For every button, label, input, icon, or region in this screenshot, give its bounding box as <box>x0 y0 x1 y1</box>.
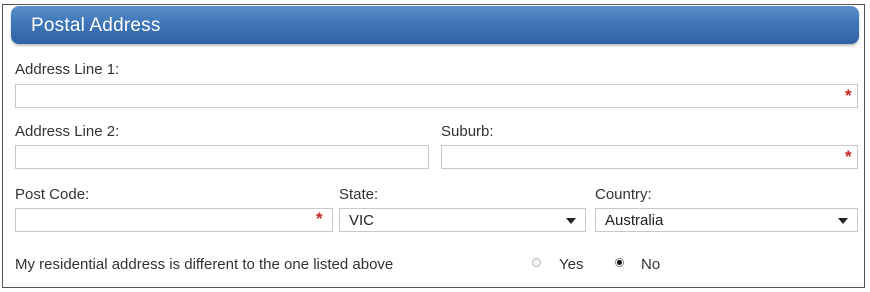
address-line2-label: Address Line 2: <box>15 123 120 140</box>
required-marker: * <box>845 147 852 166</box>
suburb-input[interactable] <box>441 145 858 169</box>
country-select[interactable]: Australia <box>595 208 858 232</box>
section-header: Postal Address <box>11 6 859 44</box>
section-title: Postal Address <box>31 15 161 36</box>
radio-yes-label[interactable]: Yes <box>559 256 583 273</box>
radio-yes[interactable] <box>532 258 541 267</box>
required-marker: * <box>316 209 323 228</box>
address-line1-input[interactable] <box>15 84 858 108</box>
chevron-down-icon <box>838 218 848 224</box>
state-selected-value: VIC <box>349 212 375 229</box>
state-label: State: <box>339 186 379 203</box>
required-marker: * <box>845 86 852 105</box>
country-selected-value: Australia <box>605 212 664 229</box>
residential-question: My residential address is different to t… <box>15 256 394 273</box>
post-code-label: Post Code: <box>15 186 90 203</box>
radio-no-label[interactable]: No <box>641 256 660 273</box>
address-line1-label: Address Line 1: <box>15 61 120 78</box>
suburb-label: Suburb: <box>441 123 494 140</box>
post-code-input[interactable] <box>15 208 333 232</box>
radio-no[interactable] <box>615 258 624 267</box>
address-line2-input[interactable] <box>15 145 429 169</box>
chevron-down-icon <box>566 218 576 224</box>
country-label: Country: <box>595 186 652 203</box>
state-select[interactable]: VIC <box>339 208 586 232</box>
